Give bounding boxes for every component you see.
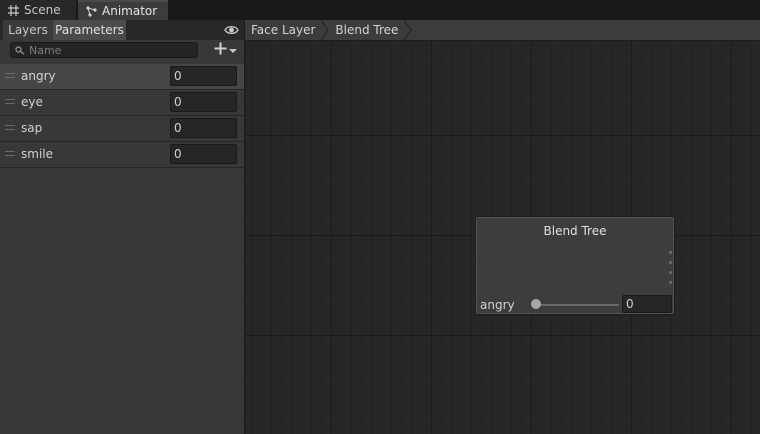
connector-dot[interactable] [669, 261, 672, 264]
blend-value-field[interactable]: 0 [622, 295, 672, 313]
parameter-value-field[interactable]: 0 [170, 92, 237, 112]
breadcrumb-label: Face Layer [251, 23, 316, 37]
parameter-name: smile [21, 147, 53, 161]
tab-scene[interactable]: Scene [0, 0, 76, 20]
window-tab-strip: Scene Animator [0, 0, 760, 20]
tab-scene-label: Scene [24, 3, 61, 17]
search-input[interactable] [29, 43, 179, 57]
tab-animator[interactable]: Animator [78, 0, 168, 20]
output-connectors[interactable] [669, 251, 672, 291]
parameter-name: sap [21, 121, 43, 135]
breadcrumb-separator-icon [320, 19, 330, 43]
panel-tab-bar: Layers Parameters [0, 20, 244, 40]
drag-handle-icon[interactable] [5, 125, 15, 130]
parameter-value-field[interactable]: 0 [170, 118, 237, 138]
drag-handle-icon[interactable] [5, 73, 15, 78]
grid-icon [8, 4, 19, 16]
add-parameter-button[interactable] [214, 42, 237, 58]
search-icon [15, 45, 25, 55]
breadcrumb-label: Blend Tree [335, 23, 399, 37]
breadcrumb-item-face-layer[interactable]: Face Layer [245, 19, 330, 43]
breadcrumb: Face Layer Blend Tree [245, 19, 760, 43]
parameter-value-field[interactable]: 0 [170, 66, 237, 86]
breadcrumb-item-blend-tree[interactable]: Blend Tree [329, 19, 413, 43]
parameter-row[interactable]: smile 0 [0, 142, 244, 168]
animator-icon [86, 5, 97, 17]
plus-icon [214, 42, 227, 58]
blend-parameter-label: angry [480, 298, 515, 312]
parameter-value-field[interactable]: 0 [170, 144, 237, 164]
drag-handle-icon[interactable] [5, 151, 15, 156]
parameters-panel: Layers Parameters angry 0 [0, 20, 244, 434]
parameter-name: eye [21, 95, 43, 109]
search-field[interactable] [10, 42, 198, 58]
parameter-row[interactable]: sap 0 [0, 116, 244, 142]
blend-slider-thumb[interactable] [531, 299, 541, 309]
blend-tree-node[interactable]: Blend Tree angry 0 [475, 216, 675, 315]
eye-icon[interactable] [224, 23, 239, 40]
connector-dot[interactable] [669, 281, 672, 284]
tab-parameters[interactable]: Parameters [53, 20, 126, 40]
parameter-list: angry 0 eye 0 sap 0 smile 0 [0, 64, 244, 168]
parameter-row[interactable]: angry 0 [0, 64, 244, 90]
parameter-name: angry [21, 69, 56, 83]
connector-dot[interactable] [669, 251, 672, 254]
drag-handle-icon[interactable] [5, 99, 15, 104]
connector-dot[interactable] [669, 271, 672, 274]
blend-slider-track[interactable] [535, 304, 619, 306]
tab-animator-label: Animator [102, 4, 158, 18]
tab-layers[interactable]: Layers [3, 20, 53, 40]
search-row [0, 40, 244, 64]
node-title: Blend Tree [543, 224, 607, 238]
parameter-row[interactable]: eye 0 [0, 90, 244, 116]
dropdown-arrow-icon [229, 43, 237, 57]
breadcrumb-separator-icon [403, 19, 413, 43]
